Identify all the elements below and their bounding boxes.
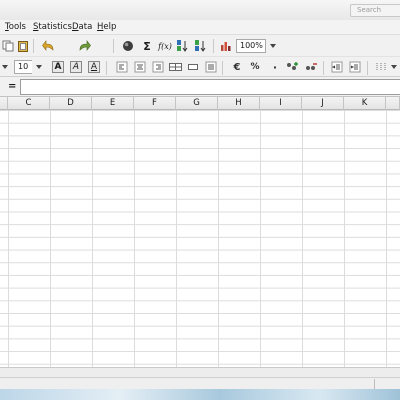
column-header-f[interactable]: F [134, 97, 176, 110]
column-header-partial[interactable] [0, 97, 8, 110]
formatting-toolbar: 10 A A A € % · [0, 57, 400, 77]
merge-cells-button[interactable] [168, 60, 182, 74]
chart-icon [221, 42, 231, 51]
font-name-dropdown-icon[interactable] [2, 65, 8, 69]
remove-decimal-button[interactable] [304, 60, 318, 74]
italic-label: A [72, 62, 80, 72]
paste-icon [18, 41, 28, 52]
copy-button[interactable] [1, 39, 15, 53]
thousands-separator-icon: · [272, 60, 278, 74]
menu-bar: Tools Statistics Data Help [0, 20, 400, 35]
underline-button[interactable]: A [88, 61, 100, 73]
toolbar-separator [323, 61, 324, 75]
sort-descending-icon [195, 40, 206, 52]
column-header-partial[interactable] [386, 97, 400, 110]
spreadsheet-grid[interactable]: C D E F G H I J K [0, 97, 400, 367]
undo-icon [41, 40, 53, 51]
toolbar-separator [367, 61, 368, 75]
insert-chart-button[interactable] [219, 39, 233, 53]
paste-button[interactable] [16, 39, 30, 53]
zoom-dropdown-icon[interactable] [270, 44, 276, 48]
horizontal-scrollbar[interactable] [0, 367, 400, 377]
toolbar-separator [106, 61, 107, 75]
decrease-indent-button[interactable] [330, 60, 344, 74]
increase-indent-button[interactable] [348, 60, 362, 74]
function-wizard-label: f(x) [158, 41, 172, 51]
column-header-g[interactable]: G [176, 97, 218, 110]
taskbar [0, 389, 400, 400]
percent-icon: % [250, 62, 260, 72]
redo-button[interactable] [77, 39, 91, 53]
formula-equals-icon[interactable]: = [8, 81, 16, 92]
menu-tools[interactable]: Tools [5, 22, 26, 33]
sum-button[interactable]: Σ [140, 39, 154, 53]
column-header-d[interactable]: D [50, 97, 92, 110]
sort-ascending-icon [177, 40, 188, 52]
align-left-button[interactable] [115, 60, 129, 74]
underline-label: A [90, 62, 98, 72]
column-header-h[interactable]: H [218, 97, 260, 110]
borders-icon [376, 63, 386, 71]
window-search-input[interactable]: Search [350, 4, 400, 17]
thousands-separator-button[interactable]: · [268, 60, 282, 74]
align-right-button[interactable] [151, 60, 165, 74]
bold-label: A [54, 62, 62, 72]
column-header-i[interactable]: I [260, 97, 302, 110]
toolbar-separator [222, 61, 223, 75]
formula-bar: = [0, 77, 400, 97]
copy-icon [2, 40, 14, 52]
zoom-select[interactable]: 100% [236, 39, 266, 53]
italic-button[interactable]: A [70, 61, 82, 73]
navigator-icon [123, 41, 133, 51]
merge-cells-icon [168, 63, 182, 71]
status-bar [0, 377, 400, 389]
menu-statistics[interactable]: Statistics [33, 22, 72, 33]
align-left-icon [116, 61, 128, 73]
column-header-j[interactable]: J [302, 97, 344, 110]
wrap-text-icon [188, 64, 198, 70]
justify-icon [205, 61, 217, 73]
align-center-button[interactable] [133, 60, 147, 74]
navigator-button[interactable] [121, 39, 135, 53]
borders-dropdown-icon[interactable] [391, 65, 397, 69]
cell-area[interactable] [0, 110, 400, 367]
title-bar: Search [0, 0, 400, 20]
add-decimal-icon [286, 62, 298, 70]
font-size-select[interactable]: 10 [14, 60, 32, 74]
borders-button[interactable] [374, 60, 388, 74]
sum-icon: Σ [143, 39, 151, 53]
formula-input[interactable] [20, 79, 400, 95]
toolbar-separator [213, 39, 214, 53]
align-center-icon [134, 61, 146, 73]
currency-icon: € [233, 61, 241, 73]
remove-decimal-icon [305, 63, 317, 70]
decrease-indent-icon [331, 61, 343, 73]
redo-icon [79, 40, 91, 51]
wrap-text-button[interactable] [186, 60, 200, 74]
sort-descending-button[interactable] [194, 39, 208, 53]
align-right-icon [152, 61, 164, 73]
column-header-c[interactable]: C [8, 97, 50, 110]
column-header-e[interactable]: E [92, 97, 134, 110]
currency-format-button[interactable]: € [230, 60, 244, 74]
status-separator [374, 379, 375, 389]
menu-data[interactable]: Data [72, 22, 92, 33]
add-decimal-button[interactable] [285, 60, 299, 74]
increase-indent-icon [349, 61, 361, 73]
percent-format-button[interactable]: % [248, 60, 262, 74]
column-header-k[interactable]: K [344, 97, 386, 110]
toolbar-separator [33, 39, 34, 53]
standard-toolbar: Σ f(x) 100% [0, 35, 400, 82]
toolbar-separator [113, 39, 114, 53]
sort-ascending-button[interactable] [176, 39, 190, 53]
undo-button[interactable] [41, 39, 55, 53]
bold-button[interactable]: A [52, 61, 64, 73]
justify-button[interactable] [204, 60, 218, 74]
function-wizard-button[interactable]: f(x) [157, 39, 173, 53]
font-size-dropdown-icon[interactable] [36, 65, 42, 69]
menu-help[interactable]: Help [97, 22, 116, 33]
